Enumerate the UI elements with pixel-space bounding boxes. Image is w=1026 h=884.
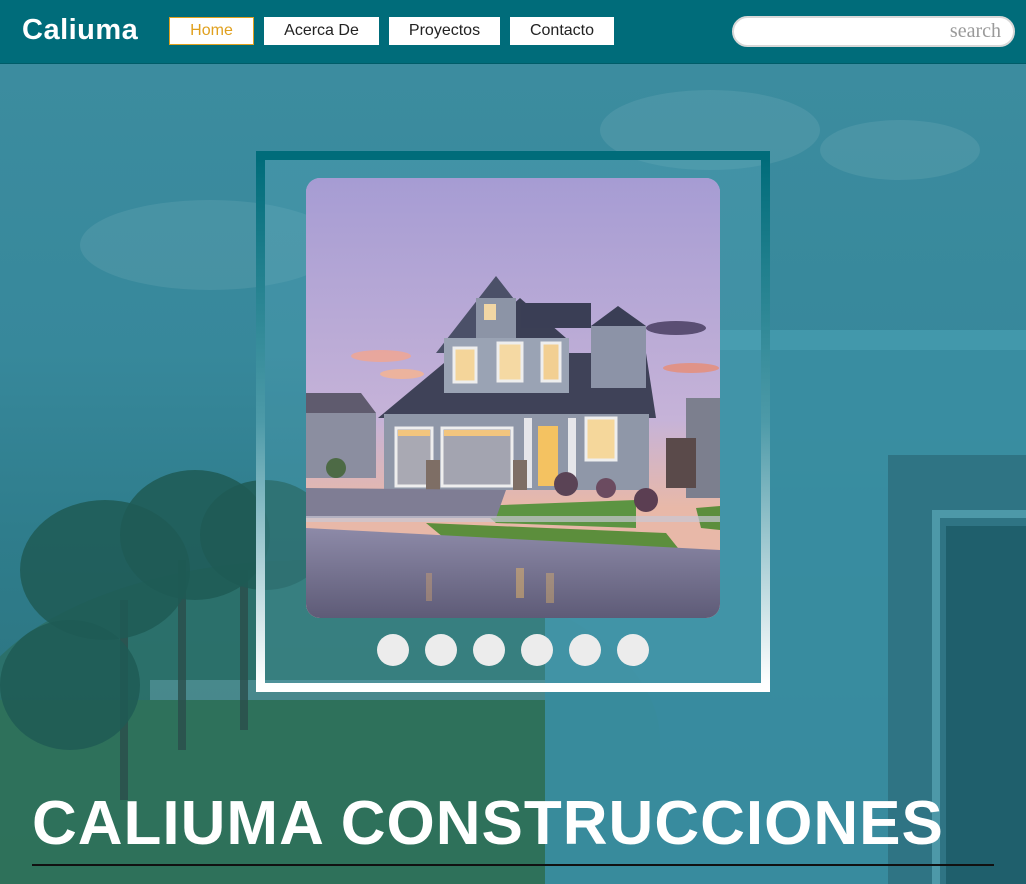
hero-title: CALIUMA CONSTRUCCIONES <box>32 789 944 858</box>
top-navbar: Caliuma Home Acerca De Proyectos Contact… <box>0 0 1026 63</box>
slider-dot-2[interactable] <box>425 634 457 666</box>
search-input[interactable] <box>732 16 1015 47</box>
slider-dots <box>377 634 649 666</box>
slider-image[interactable] <box>306 178 720 618</box>
nav-item-contacto[interactable]: Contacto <box>510 17 614 45</box>
nav-item-home[interactable]: Home <box>169 17 254 45</box>
slider-dot-5[interactable] <box>569 634 601 666</box>
slider-dot-1[interactable] <box>377 634 409 666</box>
hero-divider <box>32 864 994 866</box>
house-photo-illustration <box>306 178 720 618</box>
slider-dot-4[interactable] <box>521 634 553 666</box>
nav-item-acerca-de[interactable]: Acerca De <box>264 17 379 45</box>
slider-dot-3[interactable] <box>473 634 505 666</box>
slider-dot-6[interactable] <box>617 634 649 666</box>
nav-item-proyectos[interactable]: Proyectos <box>389 17 500 45</box>
brand-logo[interactable]: Caliuma <box>22 14 138 47</box>
